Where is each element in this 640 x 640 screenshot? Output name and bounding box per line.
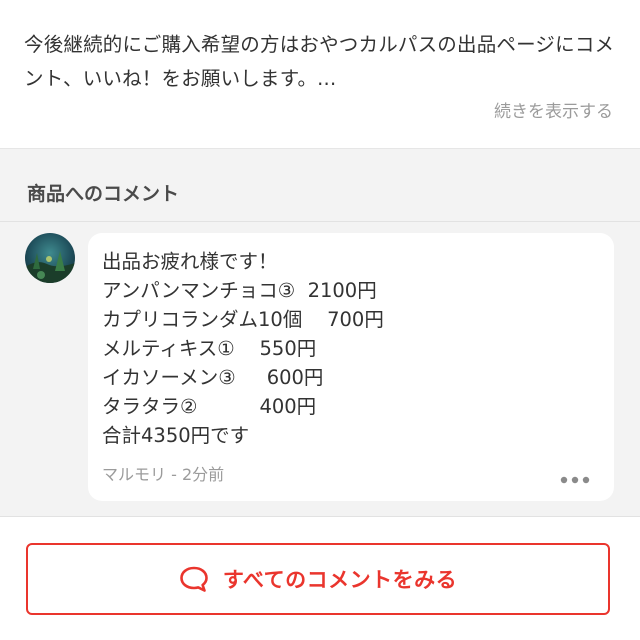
comments-footer: すべてのコメントをみる <box>0 516 640 640</box>
comment-line: アンパンマンチョコ③ 2100円 <box>102 279 377 302</box>
comment-line: 合計4350円です <box>102 424 250 447</box>
comments-header: 商品へのコメント <box>0 165 640 222</box>
view-all-comments-label: すべてのコメントをみる <box>222 568 458 592</box>
show-more-link[interactable]: 続きを表示する <box>494 97 613 122</box>
comment-line: カプリコランダム10個 700円 <box>102 308 384 331</box>
comments-section: 商品へのコメント 出品お疲れ様です！ アンパンマンチョコ③ 2100円 カプリコ… <box>0 149 640 516</box>
comment-line: イカソーメン③ 600円 <box>102 366 324 389</box>
ellipsis-icon[interactable] <box>560 476 590 484</box>
comment-line: タラタラ② 400円 <box>102 395 317 418</box>
view-all-comments-button[interactable]: すべてのコメントをみる <box>26 543 610 615</box>
comment-author-time: マルモリ - 2分前 <box>102 465 225 484</box>
comment-line: メルティキス① 550円 <box>102 337 317 360</box>
item-description: 今後継続的にご購入希望の方はおやつカルパスの出品ページにコメント、いいね！をお願… <box>0 0 640 149</box>
comment-line: 出品お疲れ様です！ <box>102 250 278 273</box>
description-text: 今後継続的にご購入希望の方はおやつカルパスの出品ページにコメント、いいね！をお願… <box>24 33 615 90</box>
item-detail-page: 今後継続的にご購入希望の方はおやつカルパスの出品ページにコメント、いいね！をお願… <box>0 0 640 640</box>
comment-bubble: 出品お疲れ様です！ アンパンマンチョコ③ 2100円 カプリコランダム10個 7… <box>88 233 614 501</box>
comment-body: 出品お疲れ様です！ アンパンマンチョコ③ 2100円 カプリコランダム10個 7… <box>102 247 602 450</box>
speech-bubble-icon <box>180 566 208 592</box>
avatar-image <box>25 233 75 283</box>
avatar[interactable] <box>25 233 75 283</box>
comments-title: 商品へのコメント <box>27 183 180 205</box>
